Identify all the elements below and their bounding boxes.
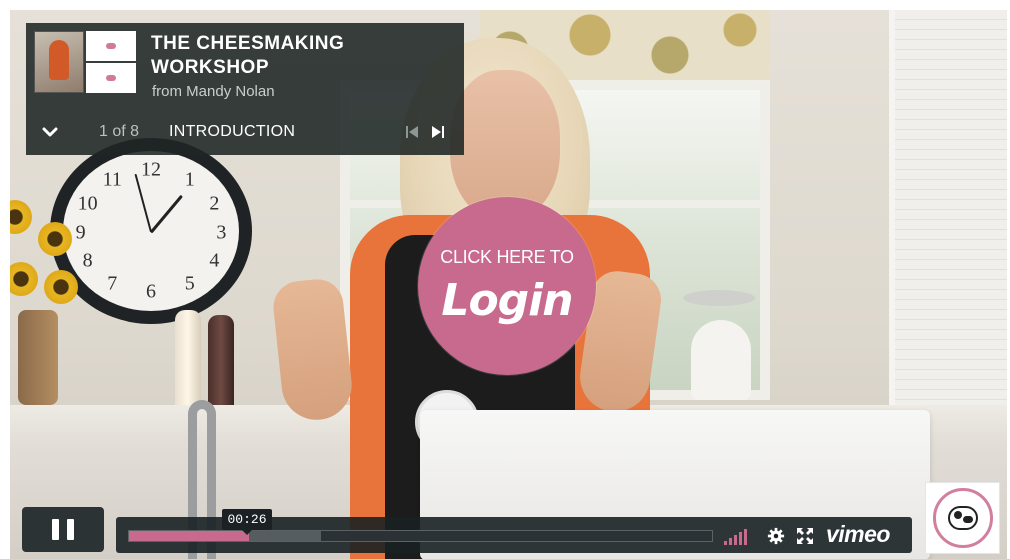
wall-clock: 12 1 2 3 4 5 6 7 8 9 10 11 [50,138,252,324]
current-time-tooltip: 00:26 [222,509,272,535]
fullscreen-icon[interactable] [796,527,814,545]
vimeo-logo-link[interactable]: vimeo [826,521,890,548]
author-link[interactable]: Mandy Nolan [186,83,274,100]
thumbnail-small[interactable] [86,31,136,61]
cow-icon [947,506,978,530]
video-title[interactable]: THE CHEESMAKING WORKSHOP [151,32,451,80]
window-shutter [889,10,1007,430]
login-top-text: CLICK HERE TO [440,247,574,267]
video-author-line: from Mandy Nolan [152,83,275,100]
pause-icon [52,519,59,540]
kitchen-scale [675,290,755,400]
chapter-title[interactable]: INTRODUCTION [169,123,295,141]
video-info-card: THE CHEESMAKING WORKSHOP from Mandy Nola… [26,23,464,155]
chapter-count: 1 of 8 [99,123,140,140]
author-prefix: from [152,83,182,100]
progress-played [129,531,249,541]
chapter-nav: 1 of 8 INTRODUCTION [26,118,464,148]
skip-previous-icon[interactable] [404,124,420,140]
brand-logo [925,482,1000,554]
volume-bars-icon[interactable] [724,529,754,545]
chevron-down-icon[interactable] [40,122,60,142]
gear-icon[interactable] [767,527,785,545]
login-main-text: Login [441,275,573,326]
skip-next-icon[interactable] [430,124,446,140]
thumbnail-main[interactable] [34,31,84,93]
vase [18,310,58,405]
video-thumbnails[interactable] [34,31,136,93]
thumbnail-small[interactable] [86,63,136,93]
video-player[interactable]: 12 1 2 3 4 5 6 7 8 9 10 11 THE CHEESMAKI… [10,10,1007,559]
login-button[interactable]: CLICK HERE TO Login [418,197,596,375]
brand-logo-ring [932,488,993,548]
pause-button[interactable] [22,507,104,552]
progress-track[interactable] [128,530,713,542]
